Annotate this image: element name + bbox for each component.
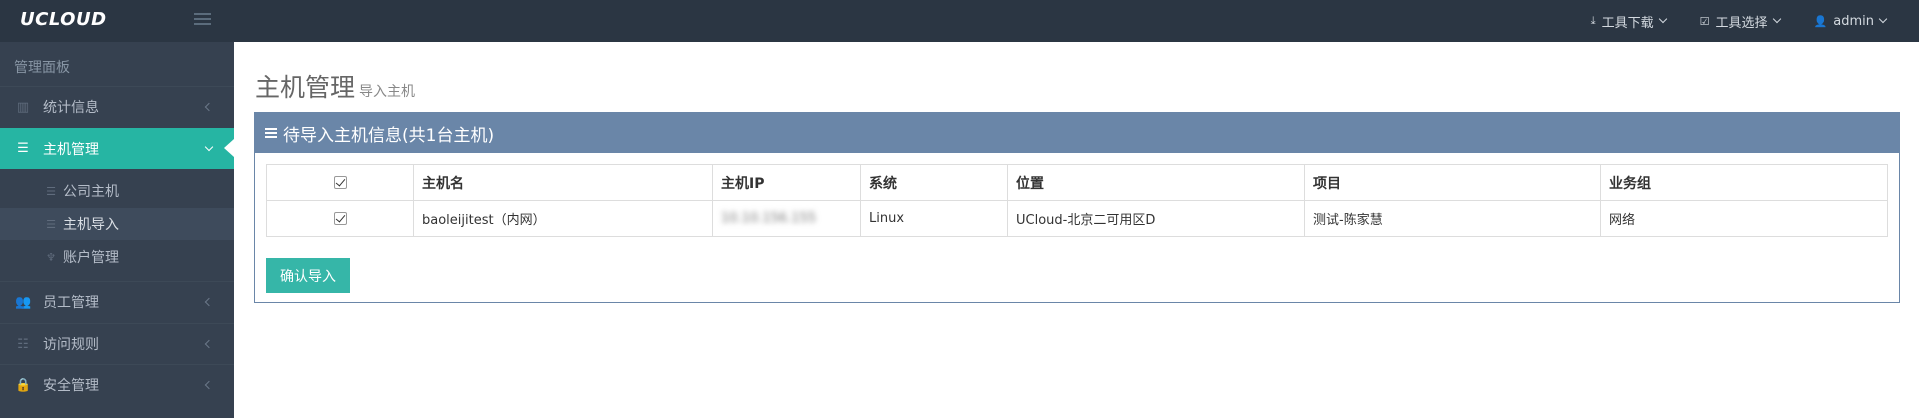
tools-download-label: 工具下载 — [1601, 15, 1654, 31]
cell-project: 测试-陈家慧 — [1304, 200, 1601, 237]
sidebar-subitem-label: 公司主机 — [63, 184, 119, 200]
logo[interactable]: UCLOUD — [20, 9, 107, 30]
chevron-left-icon — [204, 102, 214, 112]
confirm-import-button[interactable]: 确认导入 — [266, 258, 350, 293]
sidebar-item-label: 主机管理 — [43, 141, 99, 158]
username: admin — [1833, 13, 1874, 29]
row-select-cell — [266, 200, 414, 237]
chevron-down-icon — [1658, 14, 1667, 24]
sidebar-subitem-label: 账户管理 — [63, 250, 119, 266]
sidebar-title: 管理面板 — [14, 60, 70, 76]
table-header-row: 主机名 主机IP 系统 位置 项目 业务组 — [266, 164, 1888, 201]
chevron-down-icon — [1878, 14, 1888, 24]
sidebar-subitem-account-management[interactable]: ♆ 账户管理 — [0, 241, 234, 273]
panel-header: 待导入主机信息(共1台主机) — [255, 113, 1899, 153]
logo-area: UCLOUD — [0, 0, 234, 42]
sidebar: 管理面板 ▥ 统计信息 ☰ 主机管理 ☰ 公司主机 ☰ 主机导入 ♆ 账户管理 … — [0, 42, 234, 418]
server-icon — [265, 128, 277, 138]
select-all-checkbox[interactable] — [333, 176, 347, 189]
table-row: baoleijitest（内网） 10.10.156.155 Linux UCl… — [266, 200, 1888, 237]
sidebar-item-access-rules[interactable]: ☷ 访问规则 — [0, 323, 234, 364]
tools-select-menu[interactable]: ☑ 工具选择 — [1699, 12, 1781, 31]
column-header-ip: 主机IP — [712, 164, 861, 201]
lock-icon: 🔒 — [15, 377, 32, 393]
sidebar-item-label: 安全管理 — [43, 378, 99, 394]
server-icon: ☰ — [17, 141, 29, 156]
sidebar-item-label: 员工管理 — [43, 295, 99, 311]
cell-os: Linux — [860, 200, 1008, 237]
server-icon: ☰ — [46, 217, 56, 231]
column-header-location: 位置 — [1007, 164, 1305, 201]
column-header-hostname: 主机名 — [413, 164, 713, 201]
column-header-project: 项目 — [1304, 164, 1601, 201]
users-icon: 👥 — [15, 294, 32, 310]
select-all-cell — [266, 164, 414, 201]
menu-toggle-icon[interactable] — [194, 13, 211, 27]
top-bar: UCLOUD ⤓ 工具下载 ☑ 工具选择 👤 admin — [0, 0, 1919, 42]
ip-value: 10.10.156.155 — [721, 211, 817, 226]
sidebar-subitem-host-import[interactable]: ☰ 主机导入 — [0, 208, 234, 240]
tools-select-label: 工具选择 — [1715, 15, 1768, 31]
sidebar-item-label: 统计信息 — [43, 100, 99, 116]
cell-location: UCloud-北京二可用区D — [1007, 200, 1305, 237]
cell-hostname: baoleijitest（内网） — [413, 200, 713, 237]
chevron-left-icon — [204, 297, 214, 307]
chevron-left-icon — [204, 339, 214, 349]
column-header-os: 系统 — [860, 164, 1008, 201]
sidebar-item-statistics[interactable]: ▥ 统计信息 — [0, 86, 234, 127]
checkbox-icon: ☑ — [1699, 14, 1710, 28]
page-subtitle: 导入主机 — [359, 84, 416, 100]
sidebar-item-staff-management[interactable]: 👥 员工管理 — [0, 281, 234, 322]
panel-title: 待导入主机信息(共1台主机) — [283, 125, 495, 146]
server-icon: ☰ — [46, 184, 56, 198]
user-menu[interactable]: 👤 admin — [1813, 13, 1888, 29]
chevron-down-icon — [1772, 14, 1781, 24]
user-icon: 👤 — [1813, 14, 1828, 28]
sidebar-subitem-company-hosts[interactable]: ☰ 公司主机 — [0, 175, 234, 207]
sitemap-icon: ♆ — [46, 250, 56, 264]
sidebar-item-label: 访问规则 — [43, 337, 99, 353]
bar-chart-icon: ▥ — [16, 99, 30, 115]
sidebar-item-security-management[interactable]: 🔒 安全管理 — [0, 364, 234, 405]
page-title-text: 主机管理 — [255, 73, 356, 102]
import-panel: 待导入主机信息(共1台主机) 主机名 主机IP 系统 位置 项目 业务组 bao… — [254, 112, 1900, 303]
host-table: 主机名 主机IP 系统 位置 项目 业务组 baoleijitest（内网） 1… — [266, 164, 1888, 237]
cell-group: 网络 — [1600, 200, 1888, 237]
list-icon: ☷ — [17, 336, 29, 352]
sidebar-item-host-management[interactable]: ☰ 主机管理 — [0, 128, 234, 169]
page-title: 主机管理 导入主机 — [255, 68, 415, 104]
chevron-left-icon — [204, 380, 214, 390]
tools-download-menu[interactable]: ⤓ 工具下载 — [1590, 12, 1667, 31]
chevron-down-icon — [204, 142, 214, 151]
column-header-group: 业务组 — [1600, 164, 1888, 201]
row-checkbox[interactable] — [333, 212, 347, 225]
cell-ip: 10.10.156.155 — [712, 200, 861, 237]
top-nav: ⤓ 工具下载 ☑ 工具选择 👤 admin — [1591, 0, 1919, 42]
download-icon: ⤓ — [1590, 14, 1596, 27]
sidebar-subitem-label: 主机导入 — [63, 217, 119, 233]
